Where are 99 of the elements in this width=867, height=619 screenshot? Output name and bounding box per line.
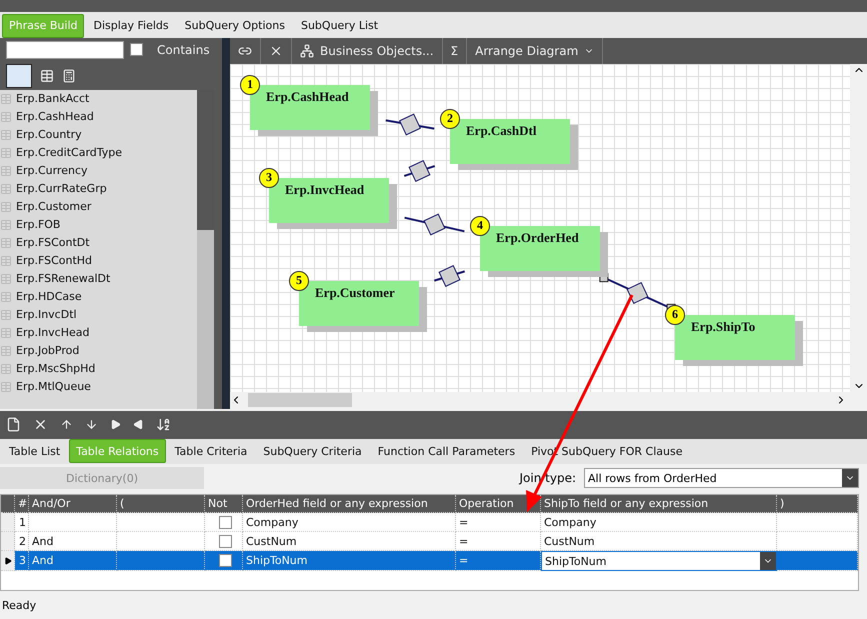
join-type-dropdown[interactable]: All rows from OrderHed [584, 468, 859, 488]
table-name: Erp.FSRenewalDt [16, 272, 110, 286]
table-list-item[interactable]: Erp.FOB [0, 216, 197, 234]
table-name: Erp.MscShpHd [16, 362, 96, 376]
sort-icon[interactable] [156, 417, 171, 432]
node-number: 3 [259, 168, 279, 188]
table-name: Erp.Customer [16, 200, 92, 214]
node-number: 5 [289, 270, 309, 291]
indent-right-icon[interactable] [110, 419, 121, 430]
table-icon [0, 200, 12, 213]
indent-left-icon[interactable] [133, 419, 144, 430]
tab[interactable]: Function Call Parameters [370, 439, 522, 464]
table-list-item[interactable]: Erp.MtlQueue [0, 378, 197, 396]
table-icon [0, 164, 12, 177]
table-icon [0, 110, 12, 123]
status-text: Ready [1, 598, 38, 614]
node-number: 2 [440, 108, 460, 129]
contains-label: Contains [157, 42, 210, 57]
table-name: Erp.FSContDt [16, 236, 90, 250]
table-list-item[interactable]: Erp.Customer [0, 198, 197, 216]
table-list-item[interactable]: Erp.HDCase [0, 288, 197, 306]
table-list-item[interactable]: Erp.CreditCardType [0, 144, 197, 162]
table-icon[interactable] [40, 68, 54, 83]
table-name: Erp.BankAcct [16, 92, 90, 106]
table-icon [0, 380, 12, 393]
table-icon [0, 362, 12, 375]
field-dropdown[interactable]: ShipToNum [541, 551, 777, 572]
scrollbar[interactable] [197, 90, 214, 409]
not-checkbox[interactable] [218, 516, 232, 529]
horizontal-scrollbar[interactable] [230, 392, 867, 409]
table-name: Erp.Country [16, 128, 82, 142]
table-list-item[interactable]: Erp.InvcDtl [0, 306, 197, 324]
network-icon [300, 44, 314, 58]
scrollbar[interactable] [850, 64, 867, 392]
table-list-item[interactable]: Erp.FSContDt [0, 234, 197, 252]
table-list-item[interactable]: Erp.CashHead [0, 108, 197, 126]
relation-row[interactable]: 3 And ShipToNum = ShipToNum [1, 551, 858, 570]
table-cell: ShipToNum [243, 551, 456, 572]
relation-link[interactable] [404, 213, 465, 236]
node-number: 1 [240, 74, 260, 95]
table-icon [0, 128, 12, 141]
contains-checkbox[interactable] [130, 43, 143, 56]
new-icon[interactable] [6, 417, 21, 432]
table-icon [0, 236, 12, 249]
calculator-icon[interactable] [62, 68, 76, 83]
relation-link[interactable] [434, 264, 465, 287]
move-down-icon[interactable] [85, 418, 98, 432]
table-icon [0, 146, 12, 159]
row-number: 3 [15, 551, 29, 572]
table-icon [0, 344, 12, 357]
tab[interactable]: Display Fields [86, 14, 176, 38]
table-list-item[interactable]: Erp.MscShpHd [0, 360, 197, 378]
table-name: Erp.CreditCardType [16, 146, 122, 160]
tab[interactable]: Table Criteria [168, 439, 254, 464]
table-name: Erp.InvcDtl [16, 308, 77, 322]
table-name: Erp.FSContHd [16, 254, 92, 268]
not-checkbox[interactable] [218, 534, 232, 548]
table-icon [0, 218, 12, 231]
row-selector[interactable] [1, 551, 15, 572]
table-name: Erp.HDCase [16, 290, 82, 304]
table-list-item[interactable]: Erp.CurrRateGrp [0, 180, 197, 198]
search-field[interactable] [6, 40, 124, 59]
tab[interactable]: SubQuery Criteria [256, 439, 369, 464]
relation-row[interactable]: 1 Company = Company [1, 513, 858, 532]
table-list-item[interactable]: Erp.Currency [0, 162, 197, 180]
table-list-item[interactable]: Erp.FSRenewalDt [0, 270, 197, 288]
join-type-label: Join type: [520, 471, 576, 486]
table-icon [0, 326, 12, 339]
table-list-item[interactable]: Erp.InvcHead [0, 324, 197, 342]
current-row-icon [4, 556, 12, 565]
tab[interactable]: Table List [2, 439, 68, 464]
table-name: Erp.CurrRateGrp [16, 182, 107, 196]
table-icon [0, 92, 12, 105]
not-checkbox[interactable] [218, 554, 232, 568]
node-number: 4 [470, 216, 490, 236]
tab[interactable]: SubQuery Options [178, 14, 292, 38]
table-icon [0, 308, 12, 321]
tab[interactable]: SubQuery List [294, 14, 386, 38]
node-number: 6 [665, 304, 685, 325]
relation-link[interactable] [404, 160, 436, 182]
table-list-item[interactable]: Erp.FSContHd [0, 252, 197, 270]
table-name: Erp.FOB [16, 218, 60, 232]
table-list-item[interactable]: Erp.Country [0, 126, 197, 144]
table-list-item[interactable]: Erp.BankAcct [0, 90, 197, 108]
table-icon [0, 272, 12, 285]
relation-link[interactable] [386, 113, 434, 136]
table-name: Erp.CashHead [16, 110, 94, 124]
table-cell: And [29, 551, 117, 572]
table-list-item[interactable]: Erp.JobProd [0, 342, 197, 360]
table-name: Erp.InvcHead [16, 326, 90, 340]
table-icon [0, 254, 12, 267]
table-icon [0, 182, 12, 195]
table-name: Erp.JobProd [16, 344, 80, 358]
relation-row[interactable]: 2 And CustNum = CustNum [1, 532, 858, 552]
move-up-icon[interactable] [60, 418, 73, 432]
table-name: Erp.MtlQueue [16, 380, 91, 394]
toggle-button[interactable] [6, 64, 32, 88]
table-icon [0, 290, 12, 303]
table-name: Erp.Currency [16, 164, 88, 178]
